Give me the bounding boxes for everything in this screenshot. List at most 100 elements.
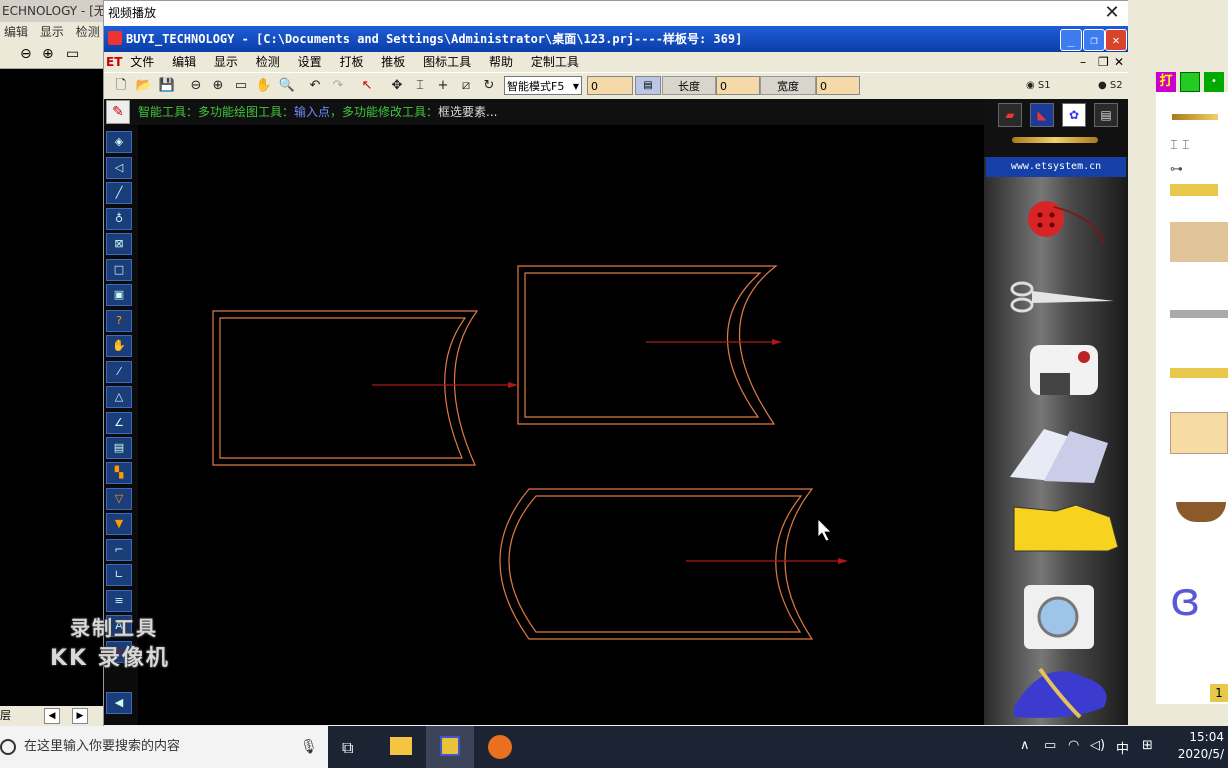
menu-edit[interactable]: 编辑	[172, 55, 196, 69]
transform-icon[interactable]: ⧄	[457, 77, 475, 95]
active-app-highlight[interactable]	[426, 726, 474, 768]
menu-view[interactable]: 显示	[214, 55, 238, 69]
mdi-minimize-icon[interactable]: –	[1080, 52, 1086, 72]
pleat-icon[interactable]: ⊠	[106, 233, 132, 255]
zoom-in-icon[interactable]: ⊕	[42, 46, 54, 62]
length-field[interactable]: 0	[716, 76, 760, 95]
dart-icon[interactable]: ♁	[106, 208, 132, 230]
scroll-left-icon[interactable]: ◀	[44, 708, 60, 724]
redo-icon[interactable]: ↷	[329, 77, 347, 95]
bg-menu-edit[interactable]: 编辑	[4, 25, 28, 39]
mdi-close-icon[interactable]: ✕	[1114, 52, 1124, 72]
tape-measure-icon[interactable]	[1170, 184, 1218, 196]
new-file-icon[interactable]: 🗋	[112, 77, 130, 95]
chevron-up-icon[interactable]: ∧	[1020, 738, 1030, 753]
zoom-out-icon[interactable]: ⊖	[20, 46, 32, 62]
radio-s2[interactable]: ● S2	[1098, 79, 1123, 93]
square-tool-icon[interactable]	[1180, 72, 1200, 92]
ime-grid-icon[interactable]: ⊞	[1142, 738, 1153, 753]
flag-icon[interactable]: ▰	[998, 103, 1022, 127]
recorder-app-icon[interactable]	[488, 735, 512, 759]
paper-icon[interactable]	[1170, 412, 1228, 454]
close-icon[interactable]: ✕	[1102, 3, 1122, 23]
angle-icon[interactable]: △	[106, 386, 132, 408]
drawing-canvas[interactable]	[138, 125, 984, 725]
mdi-restore-icon[interactable]: ❐	[1098, 52, 1109, 72]
dot-tool-icon[interactable]: •	[1204, 72, 1224, 92]
open-folder-icon[interactable]: 📂	[135, 77, 153, 95]
menu-grading[interactable]: 推板	[381, 55, 405, 69]
slope-icon[interactable]: ∠	[106, 412, 132, 434]
corner-icon[interactable]: ∟	[106, 564, 132, 586]
smart-pen-icon[interactable]: ◈	[106, 131, 132, 153]
notch-icon[interactable]: ▽	[106, 488, 132, 510]
bg-menu-check[interactable]: 检测	[76, 25, 100, 39]
taskbar-clock[interactable]: 15:04 2020/5/	[1168, 729, 1224, 763]
curve-ruler-icon[interactable]: ɞ	[1170, 572, 1201, 626]
curve-icon[interactable]: ◁	[106, 157, 132, 179]
pencil-icon[interactable]	[1172, 114, 1218, 120]
radio-s1[interactable]: ◉ S1	[1026, 79, 1051, 93]
rectangle-icon[interactable]: □	[106, 259, 132, 281]
help-icon[interactable]: ?	[106, 310, 132, 332]
fit-screen-icon[interactable]: ▭	[232, 77, 250, 95]
compass-icon[interactable]: ⊶	[1170, 162, 1183, 177]
menu-pattern[interactable]: 打板	[339, 55, 363, 69]
add-point-icon[interactable]: +	[434, 77, 452, 95]
hand-icon[interactable]: ✋	[106, 335, 132, 357]
zoom-out-icon[interactable]: ⊖	[187, 77, 205, 95]
battery-icon[interactable]: ▭	[1044, 738, 1056, 753]
pattern-piece-3[interactable]	[499, 488, 848, 640]
measure-icon[interactable]: ⁄	[106, 361, 132, 383]
chart-icon[interactable]: ◣	[1030, 103, 1054, 127]
file-explorer-icon[interactable]	[390, 737, 412, 755]
rotate-icon[interactable]: ↻	[480, 77, 498, 95]
parallel-icon[interactable]: ≡	[106, 590, 132, 612]
mode-select[interactable]: 智能模式F5 ▼	[504, 76, 582, 95]
volume-icon[interactable]: ◁)	[1090, 738, 1105, 753]
grid-icon[interactable]: ▚	[106, 462, 132, 484]
line-icon[interactable]: ╱	[106, 182, 132, 204]
menu-help[interactable]: 帮助	[489, 55, 513, 69]
align-icon[interactable]: ⌶	[411, 77, 429, 95]
save-icon[interactable]: 💾	[158, 77, 176, 95]
pattern-piece-2[interactable]	[517, 265, 782, 425]
arrow-left-icon[interactable]: ◀	[106, 692, 132, 714]
undo-icon[interactable]: ↶	[306, 77, 324, 95]
bg-menu-view[interactable]: 显示	[40, 25, 64, 39]
palette-icon[interactable]: ✿	[1062, 103, 1086, 127]
piece-icon[interactable]: ▣	[106, 284, 132, 306]
scroll-right-icon[interactable]: ▶	[72, 708, 88, 724]
printer-icon[interactable]: ▤	[1094, 103, 1118, 127]
task-view-icon[interactable]: ⧉	[342, 738, 353, 758]
menu-file[interactable]: 文件	[130, 55, 154, 69]
menu-custom-tools[interactable]: 定制工具	[531, 55, 579, 69]
ruler-icon[interactable]	[1170, 222, 1228, 262]
save-piece-icon[interactable]: ▤	[106, 437, 132, 459]
measure-icon[interactable]: ⌶ ⌶	[1170, 138, 1190, 153]
width-field[interactable]: 0	[816, 76, 860, 95]
taskbar-search-box[interactable]: 在这里输入你要搜索的内容 🎙	[0, 726, 328, 768]
zoom-in-icon[interactable]: ⊕	[209, 77, 227, 95]
fit-window-icon[interactable]: ▭	[66, 46, 79, 62]
triangle-icon[interactable]: ▼	[106, 513, 132, 535]
menu-check[interactable]: 检测	[256, 55, 280, 69]
network-icon[interactable]: ◠	[1068, 738, 1079, 753]
move-icon[interactable]: ✥	[388, 77, 406, 95]
value-field-1[interactable]: 0	[587, 76, 633, 95]
pattern-piece-1[interactable]	[212, 310, 518, 466]
ime-indicator[interactable]: 中	[1116, 738, 1129, 757]
menu-settings[interactable]: 设置	[298, 55, 322, 69]
microphone-icon[interactable]: 🎙	[300, 726, 318, 768]
menu-icon-tools[interactable]: 图标工具	[423, 55, 471, 69]
straight-ruler-icon[interactable]	[1170, 368, 1228, 378]
step-icon[interactable]: ⌐	[106, 539, 132, 561]
pen-tool-icon[interactable]: ✎	[106, 100, 130, 124]
close-app-icon[interactable]: ✕	[1105, 29, 1127, 51]
minimize-icon[interactable]: _	[1060, 29, 1082, 51]
calculator-icon[interactable]: ▤	[635, 76, 661, 95]
basket-icon[interactable]	[1176, 502, 1226, 522]
select-delete-icon[interactable]: ↖	[358, 77, 376, 95]
knife-icon[interactable]	[1170, 310, 1228, 318]
pattern-tab[interactable]: 打	[1156, 72, 1176, 92]
